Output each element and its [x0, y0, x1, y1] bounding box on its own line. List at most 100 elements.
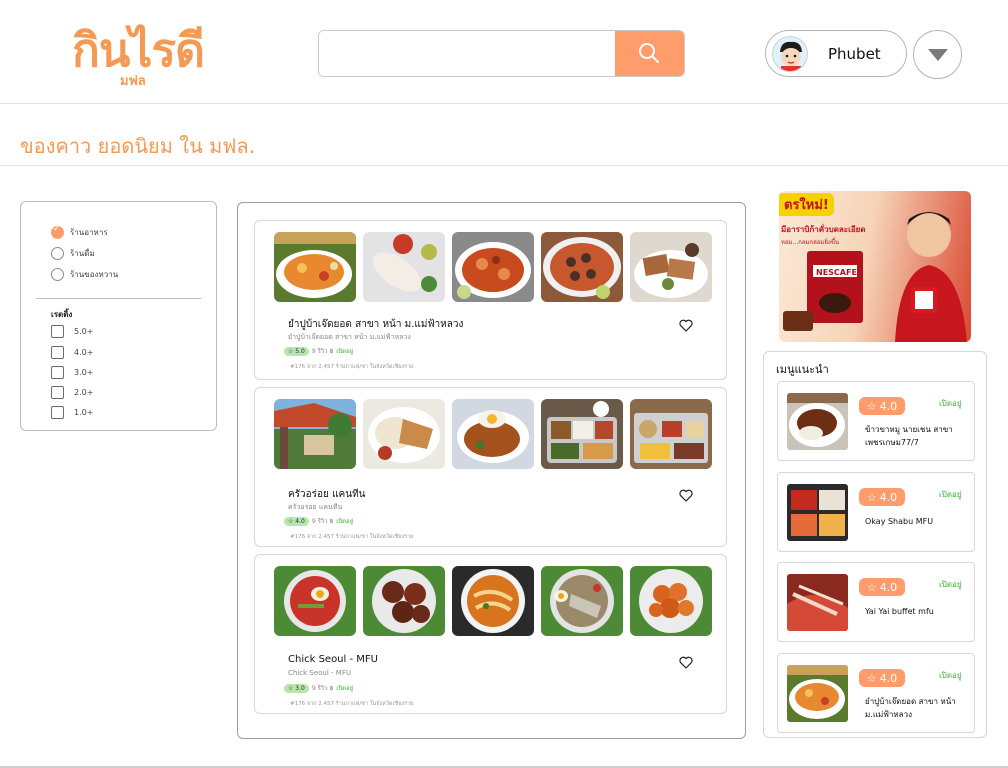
rating-badge: ☆ 4.0: [859, 488, 905, 506]
restaurant-name[interactable]: ครัวอร่อย แคนทีน: [288, 487, 366, 502]
filter-label: ร้านของหวาน: [70, 269, 119, 279]
filter-rating-3[interactable]: 3.0+: [51, 364, 93, 380]
app-logo[interactable]: กินไรดี มฟล: [72, 14, 212, 94]
logo-subtext: มฟล: [120, 74, 146, 89]
filter-panel: ร้านอาหาร ร้านดื่ม ร้านของหวาน เรตติ้ง 5…: [20, 201, 217, 431]
checkbox[interactable]: [51, 324, 64, 338]
star-icon: ☆: [866, 490, 877, 504]
menu-photo: [787, 665, 848, 722]
search-button[interactable]: [615, 31, 684, 76]
radio-icon[interactable]: [51, 267, 64, 281]
recommended-item[interactable]: ☆ 4.0 เปิดอยู่ Yai Yai buffet mfu: [777, 562, 975, 642]
restaurant-name[interactable]: ยำปูบ้าเจ๊ดยอด สาขา หน้า ม.แม่ฟ้าหลวง: [288, 317, 463, 332]
food-photo[interactable]: [363, 399, 445, 469]
restaurant-name[interactable]: Chick Seoul - MFU: [288, 654, 378, 665]
open-status: เปิดอยู่: [939, 399, 962, 408]
food-photo[interactable]: [363, 232, 445, 302]
filter-category-drinks[interactable]: ร้านดื่ม: [51, 245, 95, 261]
menu-name: Yai Yai buffet mfu: [865, 607, 934, 616]
food-photo[interactable]: [541, 232, 623, 302]
restaurant-subtitle: ยำปูบ้าเจ๊ดยอด สาขา หน้า ม.แม่ฟ้าหลวง: [288, 333, 411, 341]
restaurant-location: #176 จาก 2,457 ร้านกาแฟ/ชา ในจังหวัดเชีย…: [290, 364, 414, 370]
filter-rating-5[interactable]: 5.0+: [51, 323, 93, 339]
restaurant-meta: ☆ 5.0 9 รีวิว ฿ เปิดอยู่: [284, 346, 353, 356]
restaurant-meta: ☆ 3.0 9 รีวิว ฿ เปิดอยู่: [284, 683, 353, 693]
food-photo[interactable]: [274, 399, 356, 469]
account-menu-dropdown[interactable]: [913, 30, 962, 79]
menu-name: ข้าวขาหมู นายเชน สาขาเพชรเกษม77/7: [865, 425, 953, 447]
photo-strip: [274, 566, 714, 636]
food-photo[interactable]: [452, 566, 534, 636]
checkbox[interactable]: [51, 365, 64, 379]
review-count: 9 รีวิว: [311, 348, 328, 355]
filter-category-dessert[interactable]: ร้านของหวาน: [51, 266, 118, 282]
avatar: [772, 36, 808, 72]
food-photo[interactable]: [452, 232, 534, 302]
photo-strip: [274, 232, 714, 302]
recommended-item[interactable]: ☆ 4.0 เปิดอยู่ ข้าวขาหมู นายเชน สาขาเพชรเ…: [777, 381, 975, 461]
food-photo[interactable]: [274, 232, 356, 302]
search-icon: [639, 43, 659, 63]
menu-photo: [787, 393, 848, 450]
user-profile-button[interactable]: Phubet: [765, 30, 907, 77]
food-photo[interactable]: [274, 566, 356, 636]
restaurant-card[interactable]: ยำปูบ้าเจ๊ดยอด สาขา หน้า ม.แม่ฟ้าหลวง ยำ…: [254, 220, 727, 380]
caret-down-icon: [928, 49, 948, 61]
filter-rating-2[interactable]: 2.0+: [51, 384, 93, 400]
food-photo[interactable]: [630, 566, 712, 636]
restaurant-card[interactable]: Chick Seoul - MFU Chick Seoul - MFU ☆ 3.…: [254, 554, 727, 714]
star-icon: ☆: [866, 580, 877, 594]
restaurant-location: #176 จาก 2,457 ร้านกาแฟ/ชา ในจังหวัดเชีย…: [290, 534, 414, 540]
menu-photo: [787, 484, 848, 541]
radio-checked-icon[interactable]: [51, 224, 64, 239]
menu-photo: [787, 574, 848, 631]
food-photo[interactable]: [363, 566, 445, 636]
checkbox[interactable]: [51, 385, 64, 399]
recommended-item[interactable]: ☆ 4.0 เปิดอยู่ ยำปูบ้าเจ๊ดยอด สาขา หน้า ม…: [777, 653, 975, 733]
recommended-title: เมนูแนะนำ: [776, 363, 829, 376]
rating-badge: ☆ 4.0: [859, 669, 905, 687]
menu-name: ยำปูบ้าเจ๊ดยอด สาขา หน้า ม.แม่ฟ้าหลวง: [865, 697, 956, 719]
rating-heading: เรตติ้ง: [51, 310, 73, 319]
price-level: ฿: [329, 347, 334, 355]
restaurant-subtitle: Chick Seoul - MFU: [288, 669, 351, 677]
filter-rating-4[interactable]: 4.0+: [51, 344, 93, 360]
food-photo[interactable]: [630, 232, 712, 302]
restaurant-meta: ☆ 4.0 9 รีวิว ฿ เปิดอยู่: [284, 516, 353, 526]
food-photo[interactable]: [452, 399, 534, 469]
divider: [0, 165, 1008, 166]
heart-icon[interactable]: [679, 656, 693, 669]
rating-badge: ☆ 4.0: [284, 516, 309, 526]
open-status: เปิดอยู่: [939, 490, 962, 499]
restaurant-location: #176 จาก 2,457 ร้านกาแฟ/ชา ในจังหวัดเชีย…: [290, 701, 414, 707]
food-photo[interactable]: [541, 399, 623, 469]
filter-label: ร้านอาหาร: [70, 227, 108, 237]
ad-brand: NESCAFE: [816, 268, 857, 277]
divider: [36, 298, 201, 299]
rating-badge: ☆ 5.0: [284, 346, 309, 356]
search-input[interactable]: [319, 31, 616, 76]
star-icon: ☆: [866, 671, 877, 685]
heart-icon[interactable]: [679, 489, 693, 502]
price-level: ฿: [329, 684, 334, 692]
food-photo[interactable]: [541, 566, 623, 636]
star-icon: ☆: [866, 399, 877, 413]
rating-badge: ☆ 4.0: [859, 397, 905, 415]
filter-label: 5.0+: [74, 326, 94, 336]
ad-banner[interactable]: ตรใหม่! มีอาราบิก้าคั่วบดละเอียด หอม...ก…: [779, 191, 971, 342]
search-bar: [318, 30, 685, 77]
filter-label: 2.0+: [74, 387, 94, 397]
filter-label: ร้านดื่ม: [70, 248, 95, 258]
filter-rating-1[interactable]: 1.0+: [51, 404, 93, 420]
filter-category-restaurant[interactable]: ร้านอาหาร: [51, 224, 108, 240]
recommended-item[interactable]: ☆ 4.0 เปิดอยู่ Okay Shabu MFU: [777, 472, 975, 552]
checkbox[interactable]: [51, 345, 64, 359]
restaurant-card[interactable]: ครัวอร่อย แคนทีน ครัวอร่อย แคนทีน ☆ 4.0 …: [254, 387, 727, 547]
checkbox[interactable]: [51, 405, 64, 419]
food-photo[interactable]: [630, 399, 712, 469]
filter-label: 3.0+: [74, 367, 94, 377]
top-header: กินไรดี มฟล Phubet: [0, 0, 1008, 104]
heart-icon[interactable]: [679, 319, 693, 332]
open-status: เปิดอยู่: [336, 685, 354, 692]
radio-icon[interactable]: [51, 246, 64, 260]
